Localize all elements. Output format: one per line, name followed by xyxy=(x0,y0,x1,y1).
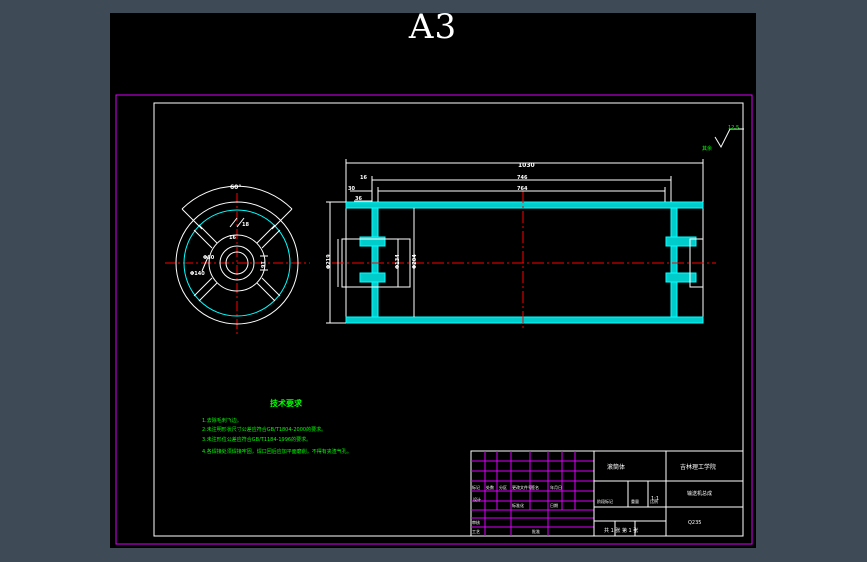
dim-overall-length: 1030 xyxy=(518,162,535,169)
title-drawn-by: 设计 xyxy=(473,496,481,502)
label-scale: 比例 xyxy=(650,498,658,504)
dim-inner-dia: Φ204 xyxy=(412,254,418,269)
surface-finish-symbol xyxy=(714,128,744,149)
title-material: Q235 xyxy=(688,520,701,526)
drawing-viewport[interactable]: A3 60° 18 16 Φ60 Φ140 16 1030 746 764 16… xyxy=(110,7,756,548)
title-part-name: 滚筒体 xyxy=(607,463,625,471)
surface-finish-note: 其余 xyxy=(702,145,712,152)
label-sign: 签名 xyxy=(531,484,539,490)
dim-rib-2: 16 xyxy=(259,261,265,268)
label-count: 处数 xyxy=(486,484,494,490)
dim-hub-2: Φ140 xyxy=(190,271,205,277)
dim-bore-dia: Φ134 xyxy=(395,254,401,269)
label-stage: 阶段标记 xyxy=(597,498,613,504)
dim-outer-dia: Φ219 xyxy=(326,254,332,269)
requirement-3: 3.未注形位公差应符合GB/T1184-1996的要求。 xyxy=(202,436,311,443)
dim-inner-length-2: 764 xyxy=(517,186,528,192)
label-mark: 标记 xyxy=(472,484,480,490)
dim-inner-length: 746 xyxy=(517,175,528,181)
label-date-2: 日期 xyxy=(550,502,558,508)
title-school: 吉林理工学院 xyxy=(680,463,716,471)
dim-hub-1: Φ60 xyxy=(203,255,215,261)
label-date: 年月日 xyxy=(550,484,562,490)
label-change-doc: 更改文件号 xyxy=(512,484,532,490)
requirements-title: 技术要求 xyxy=(270,398,303,408)
label-standard: 标准化 xyxy=(512,502,524,508)
shell-top-wall xyxy=(345,201,704,209)
dim-rib-1: 18 xyxy=(242,222,249,228)
side-view xyxy=(165,185,310,335)
label-review: 审核 xyxy=(472,519,480,525)
dim-hub-3: 16 xyxy=(229,235,236,241)
section-view xyxy=(326,159,716,331)
shell-bottom-wall xyxy=(345,316,704,324)
label-approve: 批准 xyxy=(532,528,540,534)
title-drawing-no: 输送机总成 xyxy=(687,490,712,497)
label-process: 工艺 xyxy=(472,529,480,534)
label-zone: 分区 xyxy=(499,484,507,490)
requirement-2: 2.未注明形状尺寸公差应符合GB/T1804-2000的要求。 xyxy=(202,426,326,433)
cad-drawing: 60° 18 16 Φ60 Φ140 16 1030 746 764 16 30… xyxy=(115,94,753,545)
requirement-4: 4.各焊接处须焊接牢固，焊口回后应加平面磨削，不得有夹渣气孔。 xyxy=(202,448,352,455)
title-sheet-info: 共 1 张 第 1 张 xyxy=(604,527,638,534)
surface-finish-value: 12.5 xyxy=(728,125,739,131)
requirement-1: 1.去除毛刺飞边。 xyxy=(202,417,242,424)
dim-angle: 60° xyxy=(230,184,241,191)
dim-flange-b: 36 xyxy=(355,196,362,202)
dim-flange-a: 30 xyxy=(348,186,355,192)
dim-left-offset: 16 xyxy=(360,175,367,181)
label-weight: 重量 xyxy=(631,498,639,504)
